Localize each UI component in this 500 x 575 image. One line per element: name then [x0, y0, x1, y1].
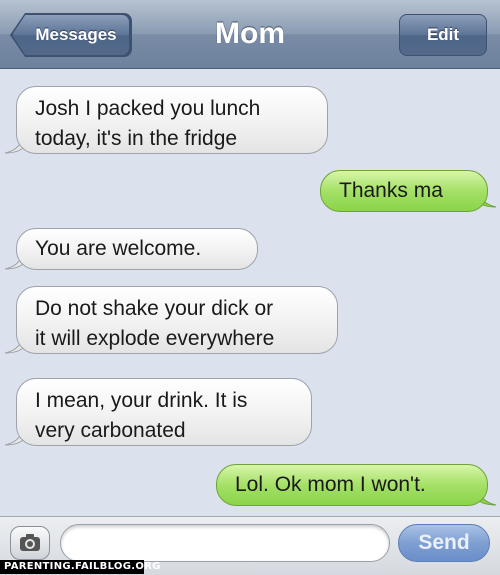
message-bubble-outgoing: Lol. Ok mom I won't. [216, 464, 488, 506]
message-line: today, it's in the fridge [35, 127, 238, 150]
message-line: it will explode everywhere [35, 327, 275, 350]
message-line: Lol. Ok mom I won't. [235, 473, 426, 496]
message-input[interactable] [60, 524, 390, 562]
camera-button[interactable] [10, 526, 50, 560]
edit-button-label: Edit [426, 25, 460, 44]
message-line: very carbonated [35, 419, 186, 442]
watermark: PARENTING.FAILBLOG.ORG [0, 560, 160, 574]
message-line: I mean, your drink. It is [35, 389, 248, 412]
message-bubble-incoming: You are welcome. [16, 228, 258, 270]
edit-button[interactable]: Edit [399, 14, 487, 56]
send-button[interactable]: Send [398, 524, 490, 562]
message-bubble-incoming: Do not shake your dick or it will explod… [16, 286, 338, 354]
message-line: You are welcome. [35, 237, 202, 260]
message-line: Josh I packed you lunch [35, 97, 261, 120]
message-line: Do not shake your dick or [35, 297, 274, 320]
camera-icon [20, 534, 40, 551]
message-bubble-incoming: I mean, your drink. It is very carbonate… [16, 378, 312, 446]
message-bubble-outgoing: Thanks ma [320, 170, 488, 212]
message-bubble-incoming: Josh I packed you lunch today, it's in t… [16, 86, 328, 154]
message-line: Thanks ma [339, 179, 443, 202]
